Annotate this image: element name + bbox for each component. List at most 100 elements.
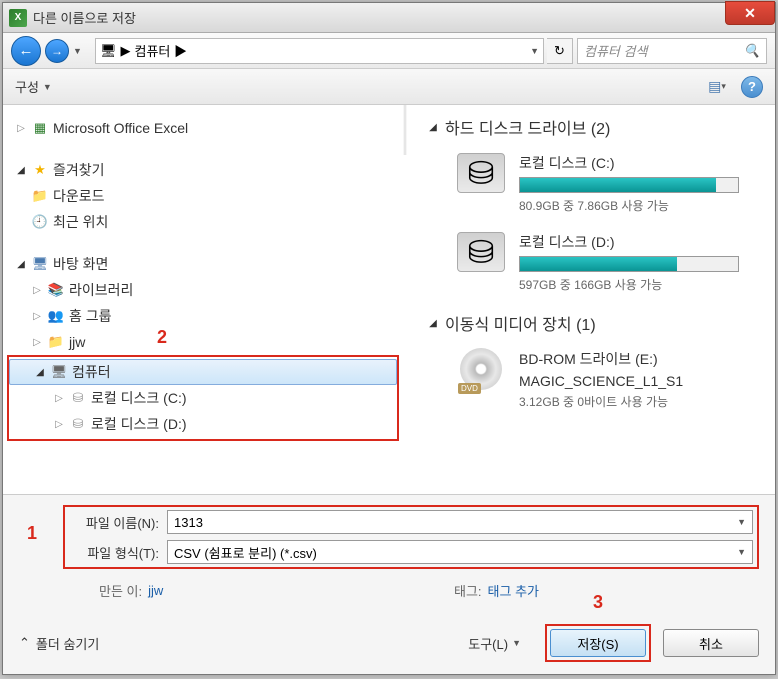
expander-icon[interactable]: ◢: [427, 318, 439, 329]
dvd-icon: [457, 349, 505, 389]
tree-item-favorites[interactable]: ◢ ★ 즐겨찾기: [7, 157, 399, 183]
expander-icon[interactable]: ◢: [34, 367, 46, 378]
drive-bd-name: BD-ROM 드라이브 (E:): [519, 349, 755, 369]
breadcrumb-separator-icon: ▶: [121, 43, 131, 59]
tree-item-excel[interactable]: ▷ ▦ Microsoft Office Excel: [7, 115, 399, 141]
chevron-down-icon[interactable]: ▼: [737, 517, 746, 527]
tags-label: 태그:: [454, 581, 482, 600]
chevron-down-icon: ▼: [512, 638, 521, 648]
hide-folders-button[interactable]: ⌃ 폴더 숨기기: [19, 634, 99, 653]
address-bar[interactable]: 🖥 ▶ 컴퓨터 ▶ ▼: [95, 38, 544, 64]
bottom-panel: 1 파일 이름(N): 1313 ▼ 파일 형식(T): CSV (쉼표로 분리…: [3, 494, 775, 674]
tree-item-libraries[interactable]: ▷ 📚 라이브러리: [7, 277, 399, 303]
tools-button[interactable]: 도구(L) ▼: [468, 634, 521, 653]
help-icon: ?: [748, 79, 756, 94]
expander-icon[interactable]: ◢: [15, 165, 27, 176]
excel-icon: ▦: [31, 120, 49, 136]
filetype-label: 파일 형식(T):: [69, 543, 159, 562]
expander-icon[interactable]: ▷: [31, 337, 43, 348]
search-placeholder: 컴퓨터 검색: [584, 41, 647, 60]
drives-panel: ◢ 하드 디스크 드라이브 (2) ⛁ 로컬 디스크 (C:) 80.9GB 중…: [407, 105, 775, 494]
tree-item-recent[interactable]: 🕘 최근 위치: [7, 209, 399, 235]
tree-item-user[interactable]: ▷ 📁 jjw: [7, 329, 399, 355]
annotation-box-1: 파일 이름(N): 1313 ▼ 파일 형식(T): CSV (쉼표로 분리) …: [63, 505, 759, 569]
annotation-1: 1: [27, 523, 37, 544]
search-input[interactable]: 컴퓨터 검색 🔍: [577, 38, 767, 64]
expander-icon[interactable]: ▷: [53, 419, 65, 430]
expander-icon[interactable]: ◢: [15, 259, 27, 270]
author-label: 만든 이:: [99, 581, 142, 600]
expander-icon[interactable]: ◢: [427, 122, 439, 133]
expander-icon[interactable]: ▷: [53, 393, 65, 404]
titlebar: X 다른 이름으로 저장 ✕: [3, 3, 775, 33]
arrow-right-icon: →: [51, 44, 63, 58]
drive-d[interactable]: ⛁ 로컬 디스크 (D:) 597GB 중 166GB 사용 가능: [457, 232, 755, 293]
drive-bd-status: 3.12GB 중 0바이트 사용 가능: [519, 393, 755, 410]
chevron-up-icon: ⌃: [19, 635, 30, 651]
refresh-icon: ↻: [554, 43, 565, 59]
search-icon: 🔍: [744, 43, 760, 59]
tree-item-desktop[interactable]: ◢ 🖥 바탕 화면: [7, 251, 399, 277]
expander-icon[interactable]: ▷: [15, 123, 27, 134]
author-value[interactable]: jjw: [148, 583, 163, 598]
drive-d-status: 597GB 중 166GB 사용 가능: [519, 276, 755, 293]
drive-icon: ⛁: [69, 390, 87, 406]
computer-icon: 🖥: [50, 364, 68, 380]
expander-icon[interactable]: ▷: [31, 285, 43, 296]
save-button[interactable]: 저장(S): [550, 629, 646, 657]
drive-bd-label: MAGIC_SCIENCE_L1_S1: [519, 373, 755, 389]
computer-icon: 🖥: [100, 43, 117, 59]
view-options-button[interactable]: ▤ ▾: [703, 76, 731, 98]
user-folder-icon: 📁: [47, 334, 65, 350]
button-bar: ⌃ 폴더 숨기기 3 도구(L) ▼ 저장(S) 취소: [19, 614, 759, 662]
navigation-tree: ▷ ▦ Microsoft Office Excel ◢ ★ 즐겨찾기 📁 다운…: [3, 105, 403, 494]
drive-c-name: 로컬 디스크 (C:): [519, 153, 755, 173]
forward-button[interactable]: →: [45, 39, 69, 63]
close-button[interactable]: ✕: [725, 1, 775, 25]
annotation-box-3: 저장(S): [545, 624, 651, 662]
drive-d-usage-bar: [519, 256, 739, 272]
hdd-icon: ⛁: [457, 232, 505, 272]
back-button[interactable]: ←: [11, 36, 41, 66]
breadcrumb-path[interactable]: 컴퓨터 ▶: [135, 41, 188, 60]
desktop-icon: 🖥: [31, 256, 49, 272]
nav-history-dropdown[interactable]: ▼: [73, 46, 87, 56]
filename-label: 파일 이름(N):: [69, 513, 159, 532]
view-icon: ▤: [708, 78, 721, 95]
expander-icon[interactable]: ▷: [31, 311, 43, 322]
address-dropdown-icon[interactable]: ▼: [530, 46, 539, 56]
cancel-button[interactable]: 취소: [663, 629, 759, 657]
refresh-button[interactable]: ↻: [547, 38, 573, 64]
hdd-section-header[interactable]: ◢ 하드 디스크 드라이브 (2): [427, 115, 755, 139]
organize-button[interactable]: 구성 ▼: [15, 77, 52, 96]
removable-section-header[interactable]: ◢ 이동식 미디어 장치 (1): [427, 311, 755, 335]
window-title: 다른 이름으로 저장: [33, 8, 136, 27]
tags-value[interactable]: 태그 추가: [488, 581, 539, 600]
filetype-select[interactable]: CSV (쉼표로 분리) (*.csv) ▼: [167, 540, 753, 564]
drive-c[interactable]: ⛁ 로컬 디스크 (C:) 80.9GB 중 7.86GB 사용 가능: [457, 153, 755, 214]
drive-c-usage-bar: [519, 177, 739, 193]
hdd-icon: ⛁: [457, 153, 505, 193]
tree-item-homegroup[interactable]: ▷ 👥 홈 그룹: [7, 303, 399, 329]
annotation-box-2: ◢ 🖥 컴퓨터 ▷ ⛁ 로컬 디스크 (C:) ▷ ⛁ 로컬 디스크 (D:): [7, 355, 399, 441]
download-folder-icon: 📁: [31, 188, 49, 204]
tree-item-computer[interactable]: ◢ 🖥 컴퓨터: [9, 359, 397, 385]
help-button[interactable]: ?: [741, 76, 763, 98]
chevron-down-icon: ▼: [43, 82, 52, 92]
toolbar: 구성 ▼ ▤ ▾ ?: [3, 69, 775, 105]
chevron-down-icon[interactable]: ▼: [737, 547, 746, 557]
annotation-2: 2: [157, 327, 167, 348]
filename-input[interactable]: 1313 ▼: [167, 510, 753, 534]
navigation-bar: ← → ▼ 🖥 ▶ 컴퓨터 ▶ ▼ ↻ 컴퓨터 검색 🔍: [3, 33, 775, 69]
save-as-dialog: X 다른 이름으로 저장 ✕ ← → ▼ 🖥 ▶ 컴퓨터 ▶ ▼ ↻ 컴퓨터 검…: [2, 2, 776, 675]
drive-bd[interactable]: BD-ROM 드라이브 (E:) MAGIC_SCIENCE_L1_S1 3.1…: [457, 349, 755, 410]
recent-icon: 🕘: [31, 214, 49, 230]
tree-item-drive-d[interactable]: ▷ ⛁ 로컬 디스크 (D:): [9, 411, 397, 437]
excel-app-icon: X: [9, 9, 27, 27]
tree-item-downloads[interactable]: 📁 다운로드: [7, 183, 399, 209]
drive-d-name: 로컬 디스크 (D:): [519, 232, 755, 252]
chevron-down-icon: ▾: [721, 81, 726, 92]
library-icon: 📚: [47, 282, 65, 298]
tree-item-drive-c[interactable]: ▷ ⛁ 로컬 디스크 (C:): [9, 385, 397, 411]
drive-icon: ⛁: [69, 416, 87, 432]
